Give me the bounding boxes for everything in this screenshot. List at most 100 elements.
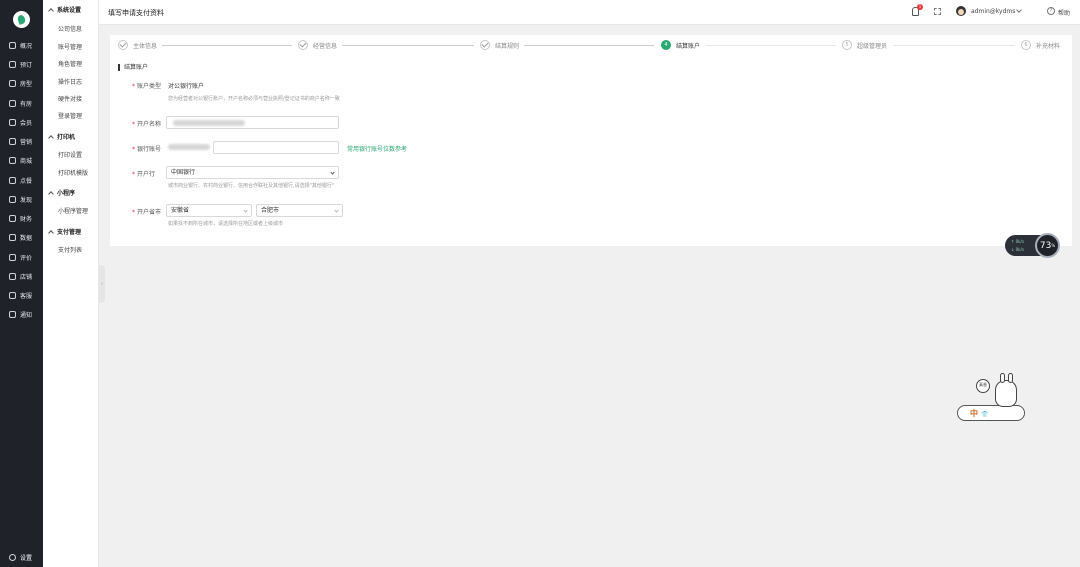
submenu-item-company-info[interactable]: 公司信息 (58, 24, 82, 33)
step-connector (342, 45, 474, 46)
nav-item-discover[interactable]: 发现 (0, 192, 43, 206)
nav-item-settings[interactable]: 设置 (0, 550, 43, 564)
nav-item-service[interactable]: 客服 (0, 288, 43, 302)
store-icon (9, 156, 16, 164)
dish-icon (9, 176, 16, 184)
chevron-left-icon: ‹ (101, 281, 103, 287)
submenu-item-printer-template[interactable]: 打印机模版 (58, 168, 88, 177)
group-payment[interactable]: 支付管理 (48, 227, 81, 236)
help-icon[interactable]: ? (1047, 7, 1055, 15)
account-type-hint: 您为经营者对公银行账户，开户名称必须与营业执照/登记证书的商户名称一致 (168, 96, 340, 102)
group-mini-program[interactable]: 小程序 (48, 188, 75, 197)
mail-icon (9, 310, 16, 318)
upload-speed: ↑ 0k/s (1011, 239, 1024, 244)
nav-item-booking[interactable]: 预订 (0, 57, 43, 71)
submenu-item-operation-log[interactable]: 操作日志 (58, 77, 82, 86)
account-name-label: * 开户名称 (132, 121, 162, 128)
nav-item-rooms[interactable]: 有房 (0, 96, 43, 110)
bell-icon (9, 99, 16, 107)
step-4: 4 结算账户 (661, 40, 700, 50)
step-connector (706, 45, 836, 46)
notification-bell-icon[interactable]: 1 (912, 4, 923, 16)
shop-icon (9, 272, 16, 280)
nav-item-mall[interactable]: 商城 (0, 153, 43, 167)
nav-item-room-type[interactable]: 房型 (0, 76, 43, 90)
blurred-value (173, 120, 245, 126)
nav-item-marketing[interactable]: 营销 (0, 134, 43, 148)
form-card: 主体信息 经营信息 结算规则 4 结算账户 5 超级管理员 6 补充材料 结算账户 *… (110, 35, 1072, 246)
chevron-down-icon (243, 208, 248, 213)
username[interactable]: admin@kydms (971, 8, 1015, 15)
star-icon (9, 253, 16, 261)
ime-toolbar[interactable]: 中 👕 (957, 405, 1025, 421)
top-bar: 填写申请支付资料 1 admin@kydms ? 帮助 (99, 0, 1080, 25)
nav-item-overview[interactable]: 概况 (0, 38, 43, 52)
nav-item-order-food[interactable]: 点餐 (0, 173, 43, 187)
step-6: 6 补充材料 (1021, 40, 1060, 50)
app-logo[interactable] (13, 11, 30, 28)
submenu-item-hardware[interactable]: 硬件对接 (58, 94, 82, 103)
submenu-item-print-settings[interactable]: 打印设置 (58, 150, 82, 159)
submenu-item-login-manage[interactable]: 登录管理 (58, 111, 82, 120)
city-hint: 如果找不到所在城市，请选择所在地区或者上级城市 (168, 221, 284, 227)
collapse-menu-handle[interactable]: ‹ (99, 265, 105, 303)
chevron-down-icon[interactable] (1016, 7, 1022, 13)
group-printer[interactable]: 打印机 (48, 132, 75, 141)
nav-item-notice[interactable]: 通知 (0, 307, 43, 321)
check-icon (118, 40, 128, 50)
step-3: 结算规则 (480, 40, 519, 50)
speed-dial: 73% (1035, 233, 1060, 258)
network-speed-widget[interactable]: ↑ 0k/s ↓ 0k/s 73% (1005, 233, 1060, 258)
user-icon (9, 118, 16, 126)
city-select[interactable]: 合肥市 (256, 204, 343, 217)
speech-bubble: 真香 (976, 379, 990, 393)
help-link[interactable]: 帮助 (1058, 8, 1070, 17)
chevron-up-icon (48, 134, 54, 141)
chevron-up-icon (48, 229, 54, 236)
bank-select[interactable]: 中国银行 (166, 166, 339, 179)
chevron-down-icon (334, 208, 339, 213)
step-connector (524, 45, 654, 46)
chevron-down-icon (330, 170, 335, 175)
main-nav: 概况 预订 房型 有房 会员 营销 商城 点餐 发现 财务 数据 评价 店铺 客… (0, 0, 43, 567)
compass-icon (9, 195, 16, 203)
page-title: 填写申请支付资料 (108, 9, 164, 17)
gear-icon (9, 553, 16, 561)
nav-item-data[interactable]: 数据 (0, 230, 43, 244)
nav-item-finance[interactable]: 财务 (0, 211, 43, 225)
account-name-input[interactable] (166, 116, 339, 129)
chart-icon (9, 233, 16, 241)
account-type-value: 对公银行账户 (168, 83, 205, 90)
settings-submenu: 系统设置 公司信息 账号管理 角色管理 操作日志 硬件对接 登录管理 打印机 打… (43, 0, 99, 567)
headset-icon (9, 291, 16, 299)
nav-item-shop[interactable]: 店铺 (0, 269, 43, 283)
check-icon (480, 40, 490, 50)
submenu-item-account-manage[interactable]: 账号管理 (58, 42, 82, 51)
bunny-mascot-icon (995, 373, 1017, 407)
calendar-icon (9, 60, 16, 68)
nav-item-member[interactable]: 会员 (0, 115, 43, 129)
section-title: 结算账户 (118, 64, 148, 71)
dashboard-icon (9, 41, 16, 49)
nav-item-review[interactable]: 评价 (0, 250, 43, 264)
submenu-item-mini-program-manage[interactable]: 小程序管理 (58, 206, 88, 215)
submenu-item-role-manage[interactable]: 角色管理 (58, 59, 82, 68)
province-select[interactable]: 安徽省 (166, 204, 252, 217)
submenu-item-payment-list[interactable]: 支付列表 (58, 245, 82, 254)
ime-mascot-widget[interactable]: 中 👕 真香 (955, 373, 1025, 425)
chevron-up-icon (48, 190, 54, 197)
download-speed: ↓ 0k/s (1011, 247, 1024, 252)
bank-hint: 城市商业银行、农村商业银行、信用合作联社及其他银行,请选择"其他银行" (168, 183, 335, 189)
step-connector (893, 45, 1015, 46)
leaf-icon (16, 14, 27, 25)
step-connector (162, 45, 292, 46)
shirt-icon: 👕 (981, 411, 989, 418)
avatar[interactable] (956, 6, 966, 16)
ime-mode: 中 👕 (970, 409, 989, 418)
account-type-label: * 账户类型 (132, 83, 162, 90)
bank-account-input[interactable] (213, 141, 339, 154)
fullscreen-icon[interactable] (934, 8, 941, 15)
bank-account-reference-link[interactable]: 常用银行账号位数参考 (347, 144, 407, 153)
group-system-settings[interactable]: 系统设置 (48, 5, 81, 14)
chevron-up-icon (48, 7, 54, 14)
